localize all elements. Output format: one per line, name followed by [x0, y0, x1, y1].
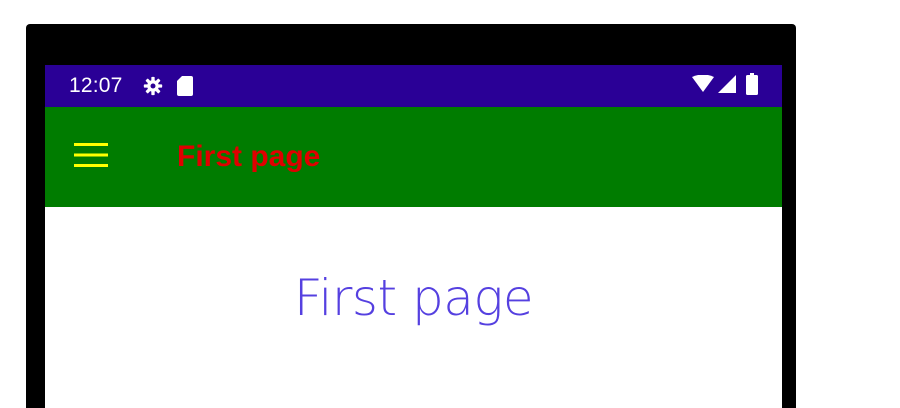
page-content: First page: [45, 207, 782, 408]
cellular-signal-icon: [718, 74, 736, 98]
app-bar-title: First page: [177, 140, 321, 173]
battery-icon: [746, 72, 758, 100]
status-time: 12:07: [69, 74, 123, 97]
status-bar: 12:07: [45, 65, 782, 107]
device-screen: 12:07 First page First page: [45, 65, 782, 408]
settings-gear-icon: [143, 76, 163, 96]
wifi-icon: [692, 74, 714, 98]
hamburger-menu-icon: [74, 142, 108, 173]
sd-card-icon: [176, 76, 193, 96]
page-heading: First page: [293, 269, 534, 327]
menu-button[interactable]: [69, 135, 113, 179]
app-bar: First page: [45, 107, 782, 207]
status-right-icons: [692, 65, 758, 107]
